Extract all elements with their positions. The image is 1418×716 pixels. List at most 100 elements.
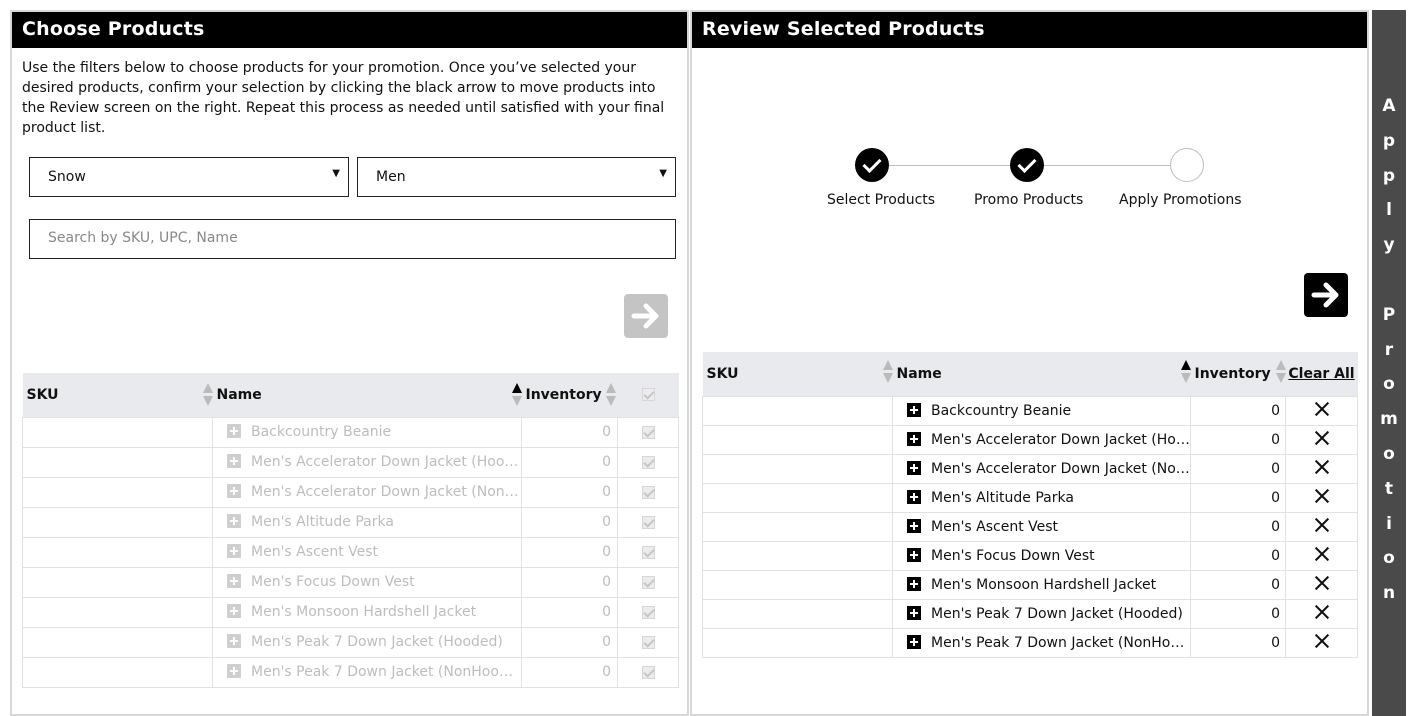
- table-row[interactable]: Backcountry Beanie 0: [22, 416, 679, 448]
- select-all-checkbox[interactable]: [617, 373, 679, 417]
- table-row[interactable]: Men's Accelerator Down Jacket (NonHooded…: [702, 453, 1358, 484]
- remove-row-button[interactable]: [1285, 540, 1358, 571]
- row-checkbox[interactable]: [617, 476, 679, 508]
- sort-icon[interactable]: [605, 383, 616, 407]
- plus-icon[interactable]: [907, 431, 921, 446]
- table-row[interactable]: Men's Monsoon Hardshell Jacket 0: [22, 596, 679, 628]
- row-checkbox[interactable]: [617, 566, 679, 598]
- close-icon: [1314, 633, 1330, 649]
- selected-products-table: SKU Name Inventory Clear All Backcountry…: [702, 352, 1358, 658]
- table-row[interactable]: Men's Monsoon Hardshell Jacket 0: [702, 569, 1358, 600]
- plus-icon[interactable]: [907, 518, 921, 533]
- row-name-cell: Men's Ascent Vest: [892, 511, 1191, 542]
- plus-icon[interactable]: [907, 402, 921, 417]
- row-name-cell: Men's Peak 7 Down Jacket (Hooded): [892, 598, 1191, 629]
- row-inventory: 0: [521, 446, 618, 478]
- apply-promotion-button[interactable]: ApplyPromotion: [1372, 10, 1406, 716]
- table-row[interactable]: Men's Peak 7 Down Jacket (NonHooded) 0: [702, 627, 1358, 658]
- row-checkbox[interactable]: [617, 446, 679, 478]
- row-name: Men's Ascent Vest: [251, 544, 379, 560]
- table-row[interactable]: Men's Focus Down Vest 0: [22, 566, 679, 598]
- table-row[interactable]: Men's Ascent Vest 0: [22, 536, 679, 568]
- table-row[interactable]: Men's Altitude Parka 0: [702, 482, 1358, 513]
- remove-row-button[interactable]: [1285, 424, 1358, 455]
- table-row[interactable]: Men's Peak 7 Down Jacket (NonHooded) 0: [22, 656, 679, 688]
- plus-icon[interactable]: [227, 574, 241, 588]
- row-inventory: 0: [521, 536, 618, 568]
- row-sku: [22, 506, 213, 538]
- table-row[interactable]: Men's Altitude Parka 0: [22, 506, 679, 538]
- remove-row-button[interactable]: [1285, 482, 1358, 513]
- apply-promotion-letter: p: [1382, 165, 1396, 186]
- row-inventory: 0: [1190, 424, 1286, 455]
- plus-icon[interactable]: [227, 634, 241, 648]
- remove-row-button[interactable]: [1285, 511, 1358, 542]
- table-row[interactable]: Men's Peak 7 Down Jacket (Hooded) 0: [22, 626, 679, 658]
- proceed-button[interactable]: [1304, 273, 1348, 317]
- apply-promotion-letter: i: [1386, 513, 1392, 534]
- table-row[interactable]: Men's Ascent Vest 0: [702, 511, 1358, 542]
- plus-icon[interactable]: [227, 664, 241, 678]
- row-checkbox[interactable]: [617, 506, 679, 538]
- plus-icon[interactable]: [227, 424, 241, 438]
- column-header-sku[interactable]: SKU: [22, 373, 213, 417]
- row-name: Men's Accelerator Down Jacket (NonHooded…: [931, 460, 1190, 477]
- plus-icon[interactable]: [227, 514, 241, 528]
- row-name: Backcountry Beanie: [931, 402, 1072, 419]
- table-row[interactable]: Men's Peak 7 Down Jacket (Hooded) 0: [702, 598, 1358, 629]
- table-row[interactable]: Men's Accelerator Down Jacket (Hooded) 0: [22, 446, 679, 478]
- plus-icon[interactable]: [907, 605, 921, 620]
- column-header-name[interactable]: Name: [892, 352, 1191, 396]
- category-select[interactable]: Snow ▼: [29, 157, 349, 197]
- remove-row-button[interactable]: [1285, 569, 1358, 600]
- remove-row-button[interactable]: [1285, 453, 1358, 484]
- column-header-name[interactable]: Name: [212, 373, 522, 417]
- row-name-cell: Men's Focus Down Vest: [892, 540, 1191, 571]
- row-name: Men's Peak 7 Down Jacket (NonHooded): [931, 634, 1191, 651]
- table-row[interactable]: Backcountry Beanie 0: [702, 395, 1358, 426]
- row-checkbox[interactable]: [617, 656, 679, 688]
- apply-promotion-letter: A: [1382, 96, 1396, 116]
- sort-icon[interactable]: [882, 360, 893, 384]
- review-products-panel: Review Selected Products Select Products…: [690, 10, 1369, 716]
- plus-icon[interactable]: [907, 460, 921, 475]
- table-row[interactable]: Men's Focus Down Vest 0: [702, 540, 1358, 571]
- row-checkbox[interactable]: [617, 626, 679, 658]
- plus-icon[interactable]: [907, 576, 921, 591]
- move-to-review-button[interactable]: [624, 294, 668, 338]
- sort-icon[interactable]: [511, 383, 522, 407]
- checkbox-icon: [641, 545, 655, 559]
- gender-select[interactable]: Men ▼: [357, 157, 676, 197]
- row-checkbox[interactable]: [617, 536, 679, 568]
- column-header-inventory[interactable]: Inventory: [521, 373, 618, 417]
- row-name-cell: Men's Altitude Parka: [892, 482, 1191, 513]
- row-checkbox[interactable]: [617, 416, 679, 448]
- clear-all-link[interactable]: Clear All: [1285, 352, 1358, 396]
- row-checkbox[interactable]: [617, 596, 679, 628]
- row-inventory: 0: [521, 416, 618, 448]
- remove-row-button[interactable]: [1285, 395, 1358, 426]
- column-header-sku[interactable]: SKU: [702, 352, 893, 396]
- row-name-cell: Men's Accelerator Down Jacket (Hooded): [892, 424, 1191, 455]
- search-input[interactable]: Search by SKU, UPC, Name: [29, 219, 676, 259]
- sort-icon[interactable]: [1275, 360, 1286, 384]
- step-3-circle-icon: [1170, 148, 1204, 182]
- table-row[interactable]: Men's Accelerator Down Jacket (Hooded) 0: [702, 424, 1358, 455]
- remove-row-button[interactable]: [1285, 598, 1358, 629]
- sort-icon[interactable]: [202, 383, 213, 407]
- plus-icon[interactable]: [907, 634, 921, 649]
- plus-icon[interactable]: [227, 454, 241, 468]
- row-name: Men's Accelerator Down Jacket (NonHooded…: [251, 484, 521, 500]
- plus-icon[interactable]: [227, 544, 241, 558]
- plus-icon[interactable]: [227, 604, 241, 618]
- sort-icon[interactable]: [1180, 360, 1191, 384]
- remove-row-button[interactable]: [1285, 627, 1358, 658]
- column-header-inventory[interactable]: Inventory: [1190, 352, 1286, 396]
- plus-icon[interactable]: [907, 547, 921, 562]
- plus-icon[interactable]: [907, 489, 921, 504]
- table-row[interactable]: Men's Accelerator Down Jacket (NonHooded…: [22, 476, 679, 508]
- row-inventory: 0: [1190, 627, 1286, 658]
- plus-icon[interactable]: [227, 484, 241, 498]
- apply-promotion-letter: P: [1382, 304, 1396, 325]
- row-inventory: 0: [1190, 482, 1286, 513]
